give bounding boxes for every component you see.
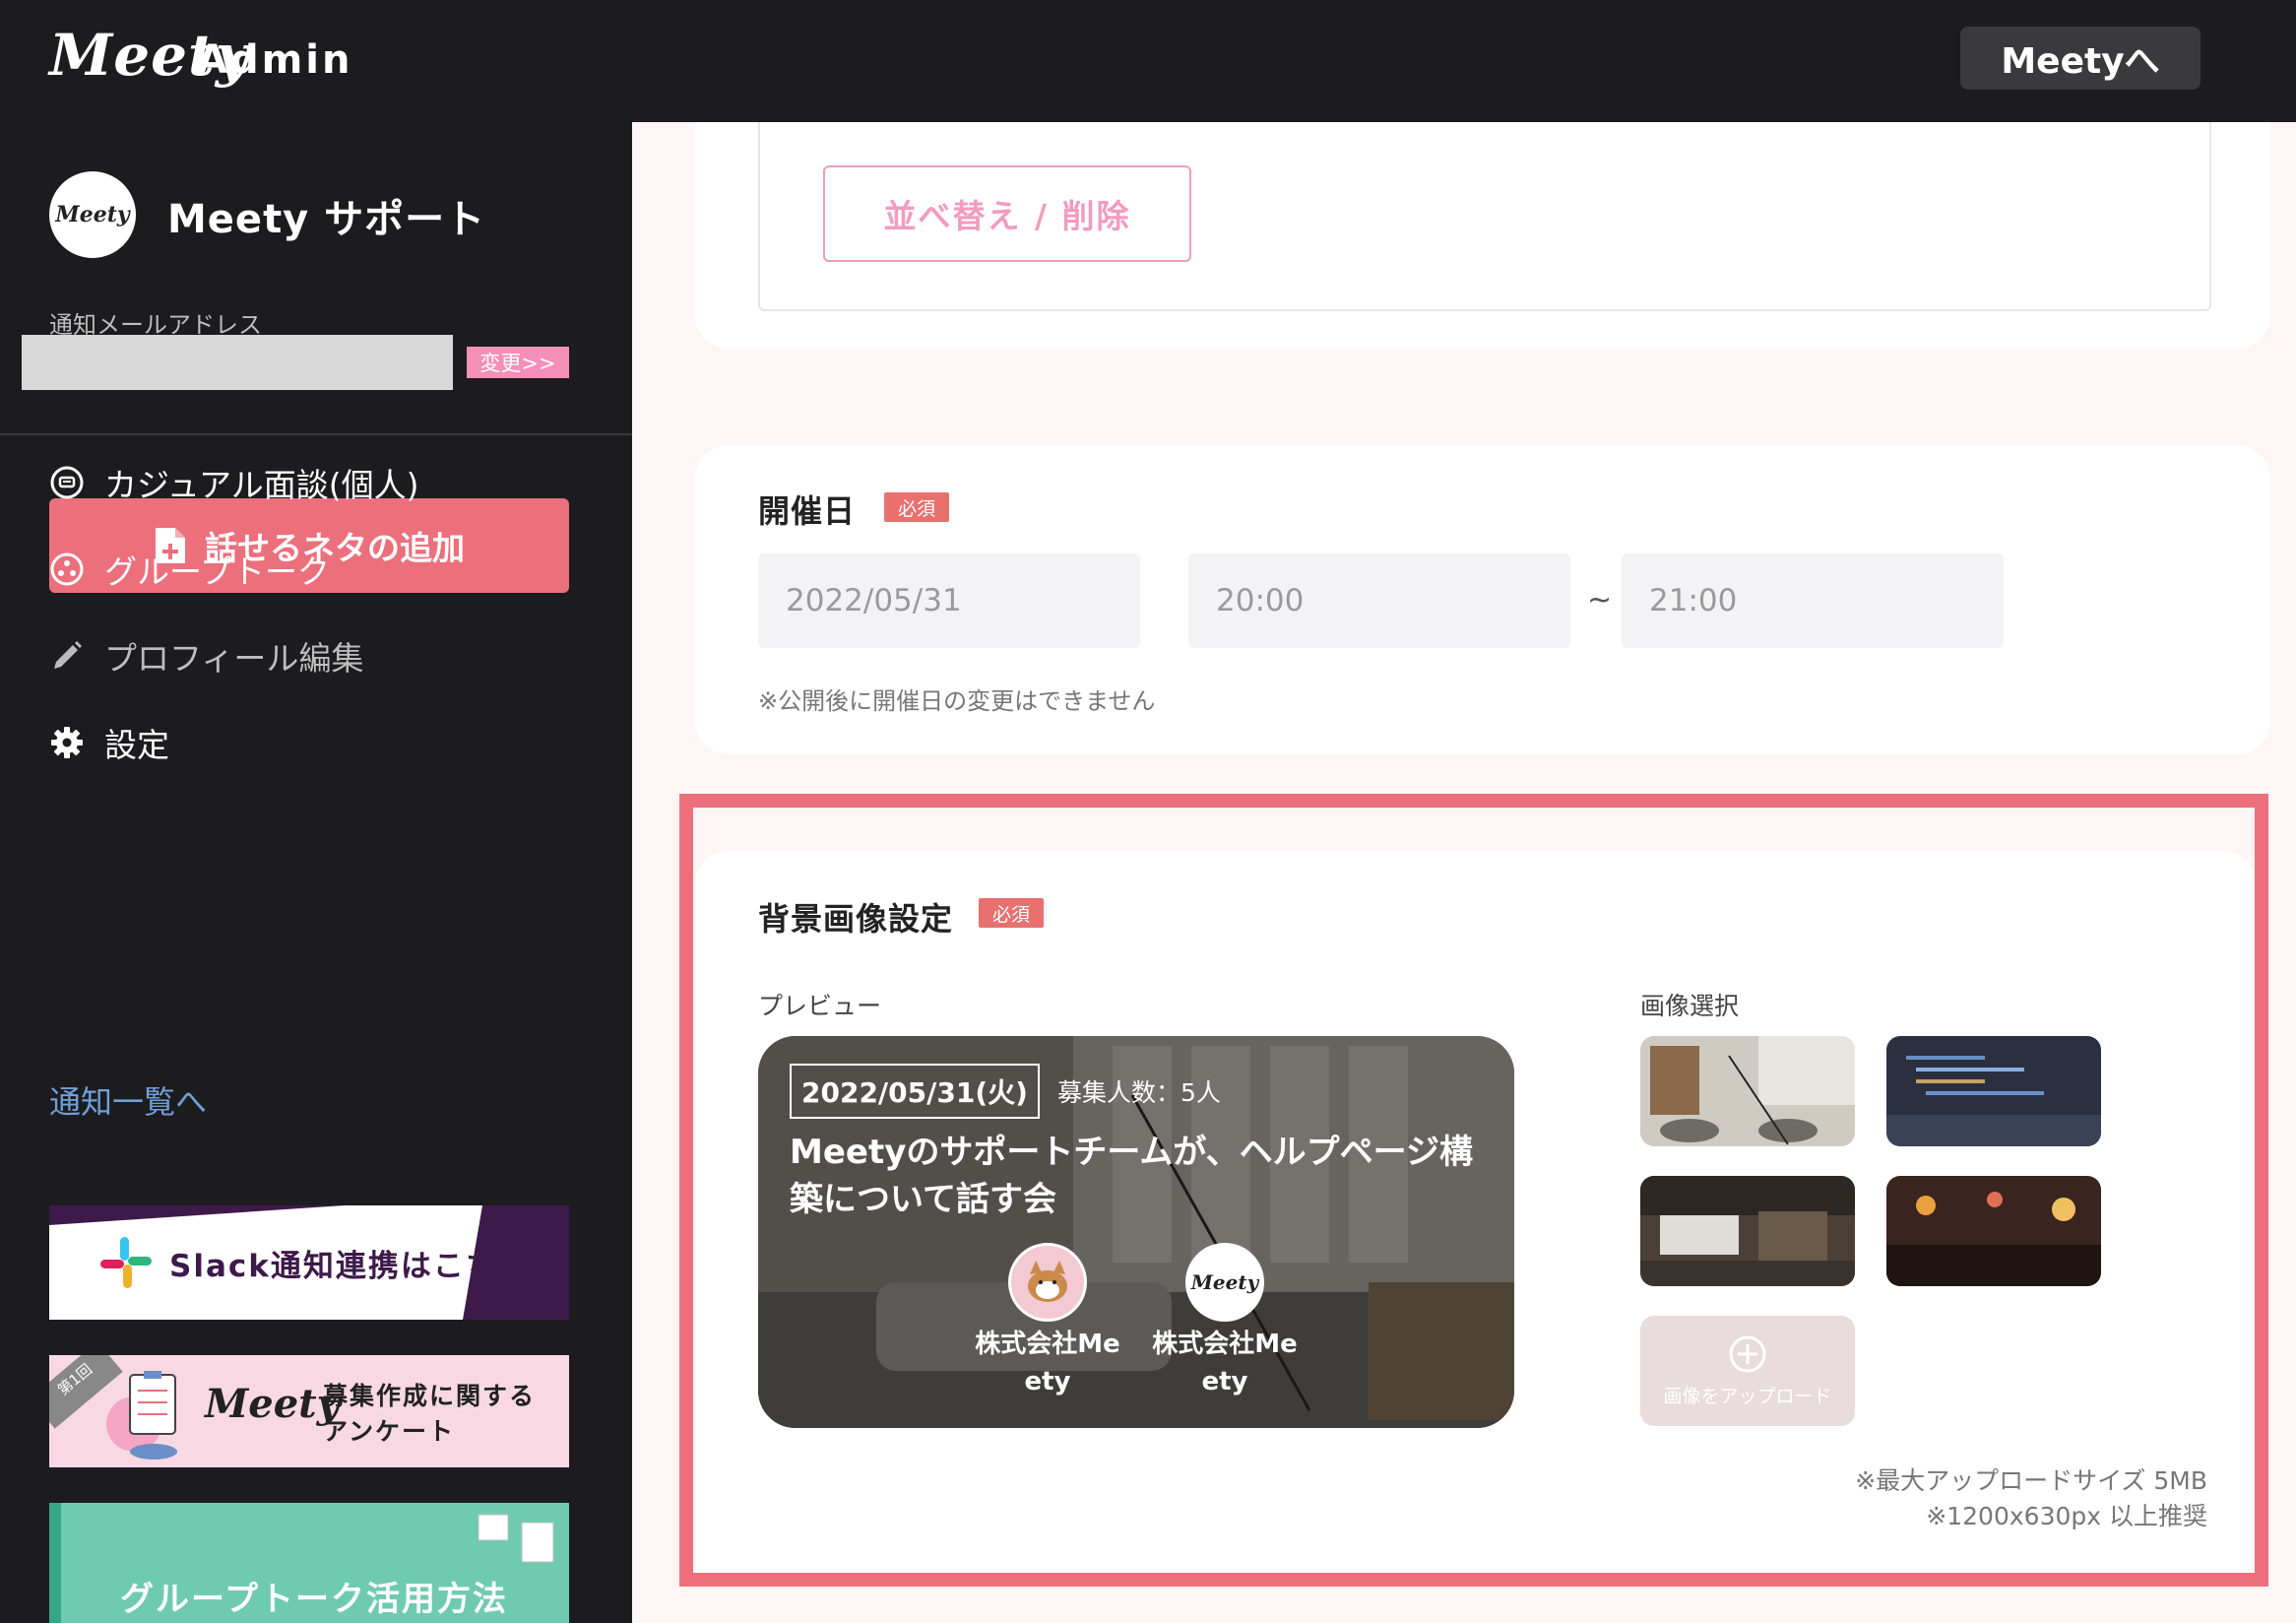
start-time-input[interactable]: 20:00	[1188, 553, 1570, 648]
sidebar-item-casual[interactable]: カジュアル面談(個人)	[49, 459, 418, 506]
required-badge: 必須	[979, 898, 1045, 928]
sidebar-item-label: プロフィール編集	[104, 639, 364, 678]
sidebar-divider	[0, 433, 632, 435]
slack-banner-text: Slack通知連携はこちら	[169, 1249, 531, 1284]
upload-image-button[interactable]: 画像をアップロード	[1640, 1316, 1855, 1426]
background-section-title: 背景画像設定	[758, 900, 954, 938]
max-size-note: ※最大アップロードサイズ 5MB	[1855, 1466, 2207, 1495]
thumbnail-office[interactable]	[1640, 1036, 1855, 1146]
date-input[interactable]: 2022/05/31	[758, 553, 1140, 648]
sidebar-item-label: グループトーク	[104, 552, 331, 591]
banner-edge	[49, 1503, 61, 1623]
change-email-button[interactable]: 変更>>	[467, 347, 569, 378]
sidebar-item-label: カジュアル面談(個人)	[104, 466, 419, 504]
plus-circle-icon	[1729, 1335, 1766, 1372]
night-street-photo	[1886, 1176, 2101, 1286]
clipboard-illustration-icon	[106, 1371, 177, 1460]
end-time-input[interactable]: 21:00	[1622, 553, 2004, 648]
sidebar-item-group-talk[interactable]: グループトーク	[49, 546, 330, 593]
avatar: Meety	[49, 171, 136, 258]
thumbnail-cafe[interactable]	[1640, 1176, 1855, 1286]
group-talk-banner-text: グループトーク活用方法	[120, 1580, 508, 1619]
notification-list-link[interactable]: 通知一覧へ	[49, 1077, 207, 1123]
thumbnail-night-street[interactable]	[1886, 1176, 2101, 1286]
host-name-line-1: 株式会社Me	[975, 1330, 1120, 1359]
group-talk-banner[interactable]: グループトーク活用方法	[49, 1503, 569, 1623]
slack-icon	[100, 1237, 152, 1288]
board-icon	[478, 1514, 554, 1563]
org-name: Meety サポート	[167, 197, 486, 242]
survey-line-1: 募集作成に関する	[323, 1382, 537, 1410]
preview-title: Meetyのサポートチームが、ヘルプページ構築について話す会	[790, 1133, 1473, 1219]
survey-banner[interactable]: 第1回 Meety 募集作成に関する アンケート	[49, 1355, 569, 1467]
group-icon	[50, 552, 84, 586]
host-name-line-2: ety	[1201, 1367, 1248, 1396]
preview-card: 2022/05/31(火) 募集人数：5人 Meetyのサポートチームが、ヘルプ…	[758, 1036, 1514, 1428]
dog-avatar-icon	[1008, 1243, 1087, 1322]
survey-line-2: アンケート	[323, 1417, 456, 1446]
resolution-note: ※1200x630px 以上推奨	[1926, 1502, 2207, 1530]
slack-banner[interactable]: Slack通知連携はこちら	[49, 1205, 569, 1320]
host-1: 株式会社Me ety	[969, 1243, 1126, 1400]
preview-date: 2022/05/31(火)	[790, 1064, 1040, 1119]
sidebar-item-settings[interactable]: 設定	[49, 719, 169, 766]
sidebar-item-label: 設定	[104, 726, 169, 764]
meety-link-button[interactable]: Meetyへ	[1960, 27, 2200, 90]
host-avatar: Meety	[1185, 1243, 1264, 1322]
host-name-line-2: ety	[1024, 1367, 1071, 1396]
pencil-icon	[54, 641, 82, 669]
upload-label: 画像をアップロード	[1663, 1385, 1832, 1407]
host-2: Meety 株式会社Me ety	[1146, 1243, 1304, 1400]
gear-icon	[51, 727, 83, 758]
sort-delete-button[interactable]: 並べ替え / 削除	[823, 165, 1191, 262]
logo-admin-text: Admin	[197, 37, 353, 83]
preview-count: 募集人数：5人	[1057, 1078, 1221, 1107]
office-photo	[1640, 1036, 1855, 1146]
thumbnail-code[interactable]	[1886, 1036, 2101, 1146]
laptop-code-photo	[1886, 1036, 2101, 1146]
image-select-label: 画像選択	[1640, 992, 1740, 1020]
top-bar: Meety Admin Meetyへ	[0, 0, 2296, 122]
sidebar-item-profile[interactable]: プロフィール編集	[49, 632, 363, 680]
email-field	[22, 335, 453, 390]
cafe-photo	[1640, 1176, 1855, 1286]
date-section-title: 開催日	[758, 492, 857, 530]
preview-label: プレビュー	[758, 992, 882, 1020]
survey-logo: Meety	[205, 1381, 340, 1427]
time-separator: ~	[1587, 583, 1613, 617]
date-note: ※公開後に開催日の変更はできません	[758, 687, 1156, 715]
required-badge: 必須	[884, 492, 950, 522]
host-name-line-1: 株式会社Me	[1152, 1330, 1298, 1359]
chat-icon	[50, 466, 84, 499]
